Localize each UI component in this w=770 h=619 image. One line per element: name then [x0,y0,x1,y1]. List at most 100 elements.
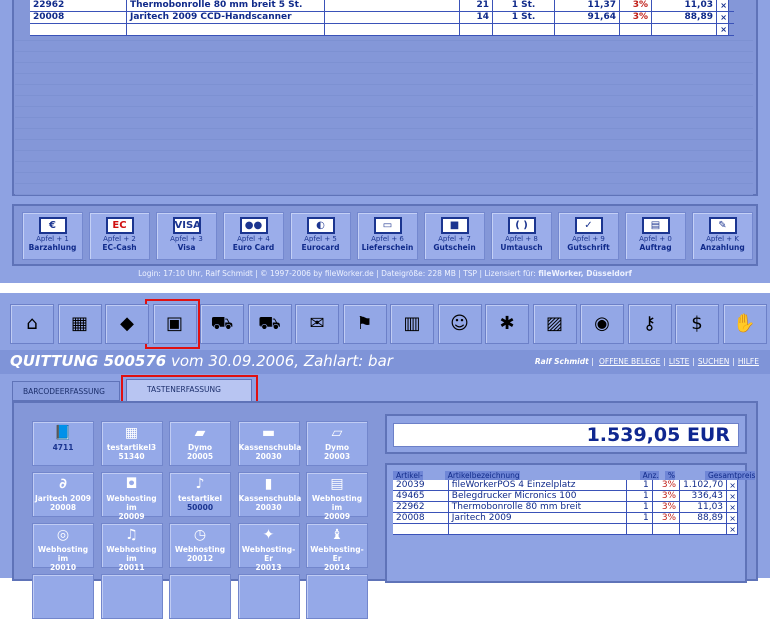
receipt-row[interactable]: 22962 Thermobonrolle 80 mm breit 1 3% 11,03 × [393,502,738,513]
article-key[interactable]: ∂ Jaritech 2009 20008 [32,472,94,517]
auftrag-button[interactable]: ▤ Apfel + 0 Auftrag [625,212,686,260]
key-name: Webhosting-Er [310,545,364,563]
toolbar-button[interactable]: ☺ [437,304,482,344]
visa-button[interactable]: VISA Apfel + 3 Visa [156,212,217,260]
button-label: Visa [177,243,196,252]
article-key[interactable]: ♝ Webhosting-Er 20014 [306,523,368,572]
toolbar-button[interactable]: ▥ [390,304,434,344]
article-key[interactable]: ✦ Webhosting-Er 20013 [237,523,300,572]
toolbar-button[interactable]: ▨ [532,304,577,344]
cell [620,24,652,35]
article-key[interactable]: ♫ Webhosting im 20011 [100,523,163,572]
table-row[interactable]: × [30,24,734,36]
toolbar-button[interactable]: ▣ [152,304,197,344]
cell: 1 [627,480,653,490]
license-label: Lizensiert für: [484,269,536,278]
receipt-table: Artikel-Nr. Artikelbezeichnung Anz.% Gesamt… [393,471,755,535]
umtausch-button[interactable]: ( ) Apfel + 8 Umtausch [491,212,552,260]
visa-card-icon: VISA [172,217,201,234]
row-divider [15,194,753,195]
cell: 22962 [393,502,449,512]
barzahlung-button[interactable]: € Apfel + 1 Barzahlung [22,212,83,260]
key-name: Webhosting [174,545,226,554]
article-key[interactable] [169,574,231,619]
toolbar-button[interactable]: ⚑ [342,304,387,344]
article-key[interactable]: ▬ Kassenschubla 20030 [237,421,301,466]
receipt-row[interactable]: 49465 Belegdrucker Micronics 100 1 3% 336,43… [393,491,738,502]
delete-icon[interactable]: × [717,12,729,23]
delete-icon[interactable]: × [727,513,738,523]
delete-icon[interactable]: × [727,502,738,512]
article-key[interactable]: ▦ testartikel3 51340 [100,421,163,466]
table-row[interactable]: 22962 Thermobonrolle 80 mm breit 5 St. 21 1… [30,0,734,12]
row-divider [15,62,753,63]
key-code: 20013 [255,563,282,572]
network-icon: ◉ [594,313,610,334]
toolbar-button[interactable]: ✉ [295,304,339,344]
keys-icon: ⚷ [642,313,657,334]
eurocard-button[interactable]: ◐ Apfel + 5 Eurocard [290,212,351,260]
lieferschein-button[interactable]: ▭ Apfel + 6 Lieferschein [357,212,418,260]
toolbar-button[interactable]: $ [675,304,719,344]
music-icon: ♫ [125,527,138,543]
camera-icon: ◘ [125,476,138,492]
toolbar-button[interactable]: ⛟ [247,304,292,344]
user-icon: ☺ [450,313,469,334]
tab-barcodeerfassung[interactable]: BARCODEERFASSUNG [12,381,120,401]
article-key[interactable]: ▰ Dymo 20005 [169,421,231,466]
link-suchen[interactable]: SUCHEN [698,357,729,366]
receipt-row[interactable]: 20039 fileWorkerPOS 4 Einzelplatz 1 3% 1.102… [393,480,738,491]
cell: 336,43 [680,491,728,501]
article-key[interactable] [306,574,368,619]
hand-money-icon: ✋ [733,313,756,334]
euro-card-button[interactable]: ●● Apfel + 4 Euro Card [223,212,284,260]
link-hilfe[interactable]: HILFE [738,357,759,366]
gutschrift-button[interactable]: ✓ Apfel + 9 Gutschrift [558,212,619,260]
article-key[interactable]: ▤ Webhosting im 20009 [306,472,368,521]
article-key[interactable]: ◷ Webhosting 20012 [169,523,231,568]
delete-icon[interactable]: × [717,24,729,35]
receipt-row[interactable]: × [393,524,738,535]
toolbar-button[interactable]: ◆ [105,304,149,344]
ec-cash-button[interactable]: EC Apfel + 2 EC-Cash [89,212,150,260]
article-key[interactable]: ▱ Dymo 20003 [306,421,368,466]
article-key[interactable] [100,574,163,619]
toolbar-button[interactable]: ✋ [722,304,767,344]
cell: 14 [460,12,493,23]
receipt-row[interactable]: 20008 Jaritech 2009 1 3% 88,89 × [393,513,738,524]
cell [555,24,620,35]
toolbar-button[interactable]: ⛟ [200,304,244,344]
cell: 3% [620,0,652,11]
article-key[interactable]: ♪ testartikel 50000 [169,472,231,517]
article-key[interactable]: ◎ Webhosting im 20010 [32,523,94,572]
delete-icon[interactable]: × [727,491,738,501]
article-key[interactable]: ▮ Kassenschubla 20030 [237,472,301,517]
key-name: Dymo [324,443,350,452]
row-divider [15,51,753,52]
article-key[interactable]: ◘ Webhosting im 20009 [100,472,163,521]
delete-icon[interactable]: × [717,0,729,11]
article-key[interactable] [32,574,94,619]
cell: 3% [652,502,681,512]
delete-icon[interactable]: × [727,524,738,534]
article-key[interactable] [237,574,300,619]
article-key[interactable]: 📘 4711 [32,421,94,466]
toolbar-button[interactable]: ✱ [485,304,529,344]
cell: 88,89 [680,513,728,523]
table-row[interactable]: 20008 Jaritech 2009 CCD-Handscanner 14 1 St… [30,12,734,24]
link-offene-belege[interactable]: OFFENE BELEGE [599,357,660,366]
anzahlung-button[interactable]: ✎ Apfel + K Anzahlung [692,212,753,260]
drawer-icon: ▬ [261,425,276,441]
gutschein-button[interactable]: ■ Apfel + 7 Gutschein [424,212,485,260]
key-name: testartikel [177,494,223,503]
toolbar-button[interactable]: ⚷ [627,304,672,344]
toolbar-button[interactable]: ◉ [580,304,624,344]
toolbar-button[interactable]: ⌂ [10,304,54,344]
cell [325,24,460,35]
delete-icon[interactable]: × [727,480,738,490]
article-table: 22962 Thermobonrolle 80 mm breit 5 St. 21 1… [30,0,734,36]
row-divider [15,183,753,184]
toolbar-button[interactable]: ▦ [57,304,102,344]
link-liste[interactable]: LISTE [669,357,689,366]
key-code: 20030 [255,503,282,512]
